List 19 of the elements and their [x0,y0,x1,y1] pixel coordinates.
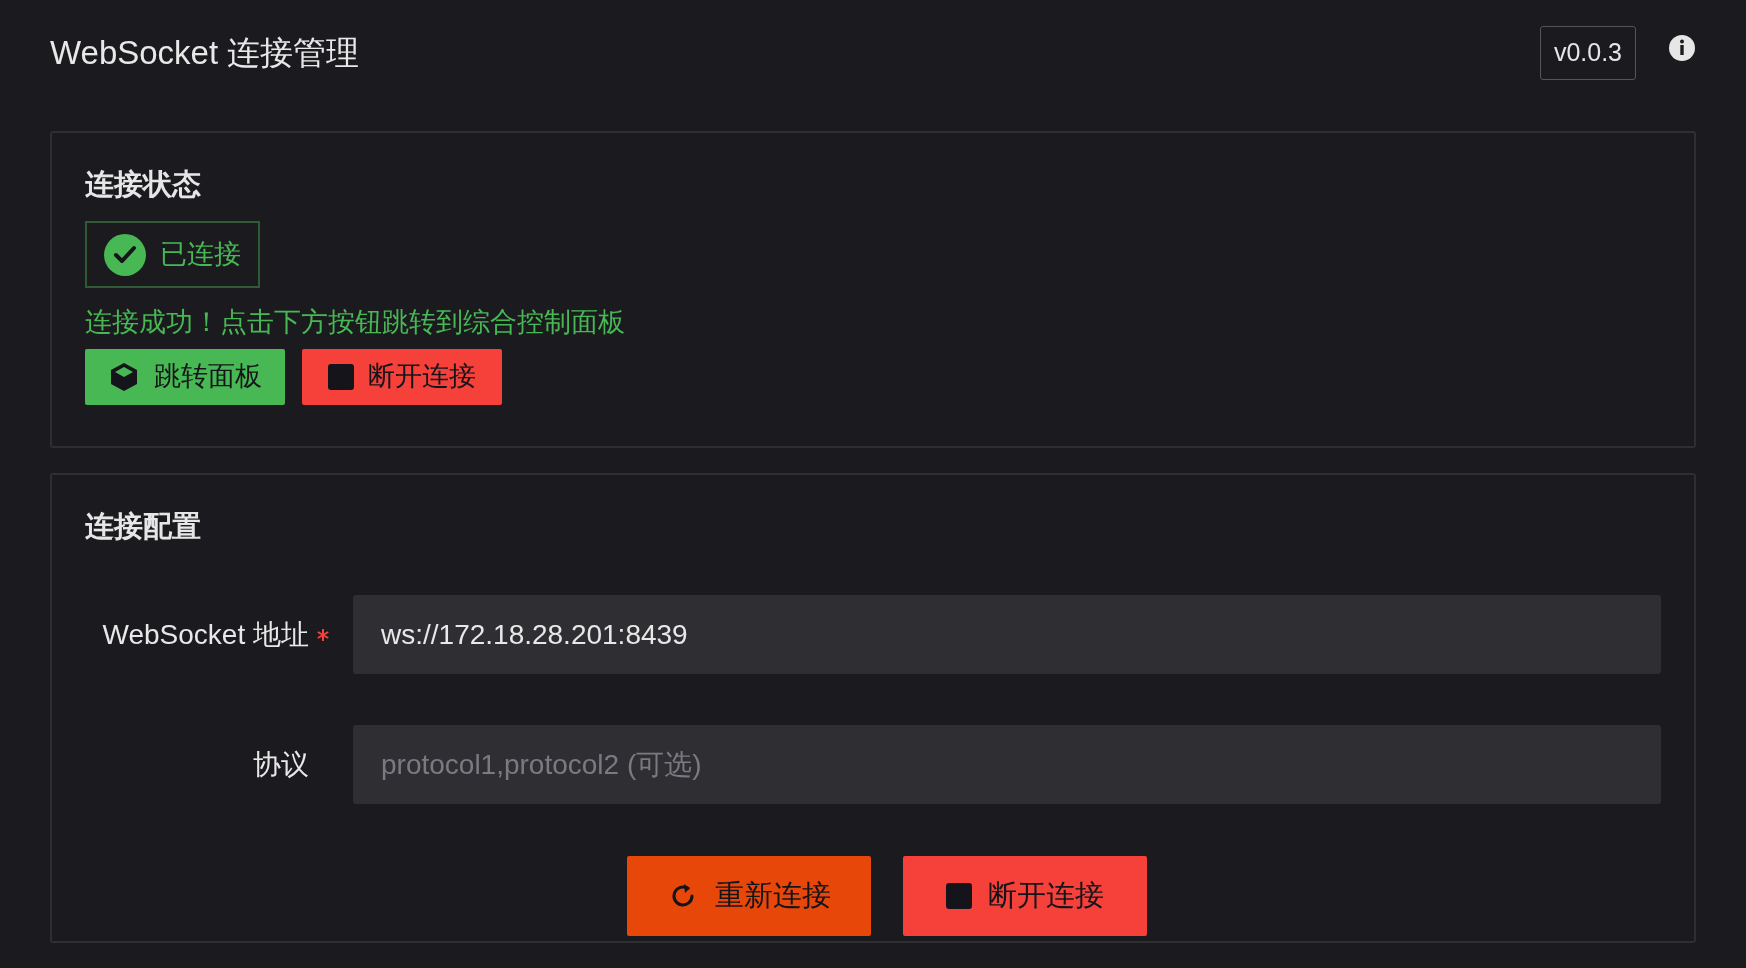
reconnect-button[interactable]: 重新连接 [627,856,871,936]
disconnect-button[interactable]: 断开连接 [302,348,502,405]
dashboard-button[interactable]: 跳转面板 [85,348,285,405]
version-label: v0.0.3 [1539,26,1636,80]
info-icon[interactable] [1668,34,1696,62]
field-label: 协议 [253,747,309,782]
input-field[interactable]: ws://172.18.28.201:8439 [353,595,1661,674]
status-message: 连接成功！点击下方按钮跳转到综合控制面板 [85,306,626,339]
section-heading: 连接状态 [85,167,202,202]
section-heading: 连接配置 [85,509,202,544]
page-title: WebSocket 连接管理 [50,33,360,74]
disconnect-button[interactable]: 断开连接 [903,856,1147,936]
stop-icon [946,883,972,909]
field-label: WebSocket 地址 [102,617,309,652]
cube-icon [108,360,140,393]
input-field[interactable]: protocol1,protocol2 (可选) [353,725,1661,804]
check-circle-icon [104,233,146,276]
status-text: 已连接 [160,238,241,272]
stop-icon [328,363,354,390]
